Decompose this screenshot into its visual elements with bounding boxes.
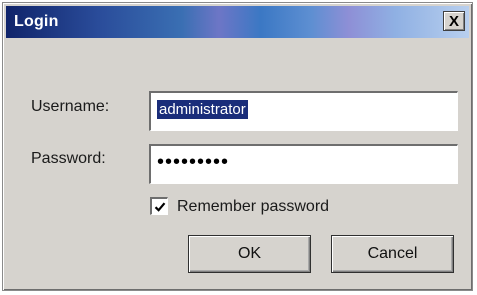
password-field[interactable]: •••••••••: [149, 144, 458, 184]
checkmark-icon: [154, 201, 165, 212]
login-dialog: Login X Username: administrator Password…: [2, 2, 473, 291]
cancel-button[interactable]: Cancel: [331, 235, 454, 273]
window-title: Login: [14, 13, 59, 30]
username-field[interactable]: administrator: [149, 91, 458, 131]
username-value: administrator: [157, 100, 248, 119]
title-bar[interactable]: Login X: [6, 6, 469, 38]
ok-button[interactable]: OK: [188, 235, 311, 273]
password-label: Password:: [31, 150, 106, 167]
close-button[interactable]: X: [443, 11, 465, 31]
remember-password-label[interactable]: Remember password: [177, 198, 329, 216]
username-label: Username:: [31, 98, 110, 115]
ok-button-label: OK: [237, 245, 262, 262]
close-icon: X: [448, 12, 459, 30]
password-value: •••••••••: [157, 151, 230, 173]
cancel-button-label: Cancel: [367, 245, 418, 262]
remember-password-checkbox[interactable]: [150, 197, 168, 215]
